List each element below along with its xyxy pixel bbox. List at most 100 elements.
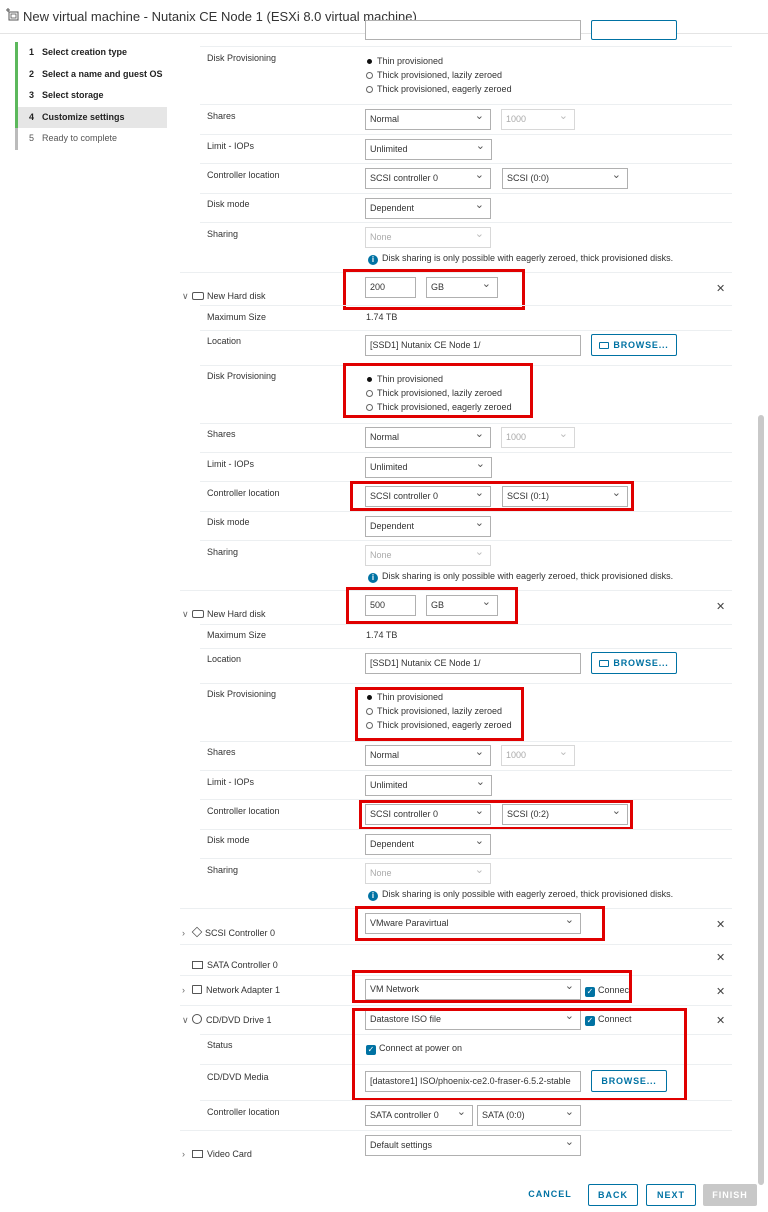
scsi-controller-icon (191, 926, 203, 938)
disk-mode-label: Disk mode (207, 835, 250, 845)
location-field-0[interactable] (365, 20, 581, 40)
cd-media-path-field[interactable]: [datastore1] ISO/phoenix-ce2.0-fraser-6.… (365, 1071, 581, 1092)
shares-select[interactable]: Normal (365, 745, 491, 766)
sharing-info: i Disk sharing is only possible with eage… (368, 571, 673, 583)
checkbox-checked-icon: ✓ (585, 987, 595, 997)
sata-controller-select[interactable]: SATA controller 0 (365, 1105, 473, 1126)
controller-select[interactable]: SCSI controller 0 (365, 486, 491, 507)
disk-unit-select-2[interactable]: GB (426, 595, 498, 616)
cd-source-select[interactable]: Datastore ISO file (365, 1009, 581, 1030)
divider (200, 799, 732, 800)
limit-iops-label: Limit - IOPs (207, 459, 255, 469)
remove-disk-1-close-icon[interactable]: ✕ (716, 282, 725, 295)
browse-button-2[interactable]: BROWSE... (591, 652, 677, 674)
location-field-2[interactable]: [SSD1] Nutanix CE Node 1/ (365, 653, 581, 674)
connect-at-power-on-checkbox[interactable]: ✓ Connect at power on (366, 1043, 462, 1055)
step-select-creation-type[interactable]: 1 Select creation type (15, 42, 167, 64)
step-select-name-guest-os[interactable]: 2 Select a name and guest OS (15, 63, 167, 85)
network-connect-checkbox[interactable]: ✓ Connect (585, 985, 632, 997)
disk-mode-select[interactable]: Dependent (365, 834, 491, 855)
disk-mode-select[interactable]: Dependent (365, 516, 491, 537)
status-label: Status (207, 1040, 233, 1050)
scsi-slot-select[interactable]: SCSI (0:1) (502, 486, 628, 507)
radio-thin[interactable]: Thin provisioned (366, 692, 443, 702)
browse-button-0[interactable] (591, 20, 677, 40)
sata-controller-header: SATA Controller 0 (192, 960, 278, 970)
controller-location-label: Controller location (207, 806, 280, 816)
cancel-button[interactable]: CANCEL (524, 1184, 576, 1206)
remove-disk-2-close-icon[interactable]: ✕ (716, 600, 725, 613)
divider (200, 222, 732, 223)
network-select[interactable]: VM Network (365, 979, 581, 1000)
radio-thin[interactable]: Thin provisioned (366, 56, 443, 66)
controller-location-label: Controller location (207, 1107, 280, 1117)
sharing-select: None (365, 545, 491, 566)
new-hard-disk-header-1[interactable]: ∨ New Hard disk (182, 291, 266, 302)
new-hard-disk-header-2[interactable]: ∨ New Hard disk (182, 609, 266, 620)
remove-scsi-controller-close-icon[interactable]: ✕ (716, 918, 725, 931)
sata-slot-select[interactable]: SATA (0:0) (477, 1105, 581, 1126)
remove-sata-controller-close-icon[interactable]: ✕ (716, 951, 725, 964)
cd-connect-checkbox[interactable]: ✓ Connect (585, 1014, 632, 1026)
shares-value-input: 1000 (501, 427, 575, 448)
cd-browse-button[interactable]: BROWSE... (591, 1070, 667, 1092)
next-button[interactable]: NEXT (646, 1184, 696, 1206)
radio-thick-lazy[interactable]: Thick provisioned, lazily zeroed (366, 706, 502, 716)
radio-thick-eager[interactable]: Thick provisioned, eagerly zeroed (366, 402, 512, 412)
limit-iops-select[interactable]: Unlimited (365, 775, 492, 796)
shares-select[interactable]: Normal (365, 109, 491, 130)
video-card-header[interactable]: › Video Card (182, 1149, 252, 1159)
remove-cd-dvd-close-icon[interactable]: ✕ (716, 1014, 725, 1027)
divider (200, 452, 732, 453)
radio-selected-icon (367, 377, 372, 382)
divider (180, 1130, 732, 1131)
disk-mode-label: Disk mode (207, 199, 250, 209)
finish-button: FINISH (703, 1184, 757, 1206)
radio-thick-lazy[interactable]: Thick provisioned, lazily zeroed (366, 388, 502, 398)
remove-network-close-icon[interactable]: ✕ (716, 985, 725, 998)
disk-size-input-1[interactable]: 200 (365, 277, 416, 298)
radio-thick-lazy[interactable]: Thick provisioned, lazily zeroed (366, 70, 502, 80)
location-field-1[interactable]: [SSD1] Nutanix CE Node 1/ (365, 335, 581, 356)
hard-disk-icon (192, 292, 204, 300)
scsi-slot-select[interactable]: SCSI (0:2) (502, 804, 628, 825)
radio-icon (366, 708, 373, 715)
radio-thick-eager[interactable]: Thick provisioned, eagerly zeroed (366, 84, 512, 94)
divider (200, 1100, 732, 1101)
radio-thick-eager[interactable]: Thick provisioned, eagerly zeroed (366, 720, 512, 730)
step-select-storage[interactable]: 3 Select storage (15, 85, 167, 107)
divider (200, 423, 732, 424)
radio-thin[interactable]: Thin provisioned (366, 374, 443, 384)
radio-icon (366, 72, 373, 79)
step-customize-settings[interactable]: 4 Customize settings (15, 106, 167, 128)
network-adapter-header[interactable]: › Network Adapter 1 (182, 985, 280, 995)
radio-icon (366, 722, 373, 729)
divider (200, 330, 732, 331)
divider (200, 193, 732, 194)
scsi-slot-select[interactable]: SCSI (0:0) (502, 168, 628, 189)
maximum-size-value: 1.74 TB (366, 630, 398, 640)
scsi-controller-header[interactable]: › SCSI Controller 0 (182, 926, 275, 938)
shares-select[interactable]: Normal (365, 427, 491, 448)
disk-unit-select-1[interactable]: GB (426, 277, 498, 298)
scrollbar[interactable] (758, 415, 764, 1185)
cd-dvd-drive-header[interactable]: ∨ CD/DVD Drive 1 (182, 1014, 272, 1026)
video-card-select[interactable]: Default settings (365, 1135, 581, 1156)
limit-iops-select[interactable]: Unlimited (365, 457, 492, 478)
scsi-controller-type-select[interactable]: VMware Paravirtual (365, 913, 581, 934)
checkbox-checked-icon: ✓ (366, 1045, 376, 1055)
info-icon: i (368, 891, 378, 901)
cd-media-label: CD/DVD Media (207, 1072, 269, 1082)
divider (200, 858, 732, 859)
controller-location-label: Controller location (207, 488, 280, 498)
limit-iops-select[interactable]: Unlimited (365, 139, 492, 160)
controller-select[interactable]: SCSI controller 0 (365, 804, 491, 825)
maximum-size-value: 1.74 TB (366, 312, 398, 322)
shares-label: Shares (207, 747, 236, 757)
controller-select[interactable]: SCSI controller 0 (365, 168, 491, 189)
browse-button-1[interactable]: BROWSE... (591, 334, 677, 356)
disk-mode-select[interactable]: Dependent (365, 198, 491, 219)
back-button[interactable]: BACK (588, 1184, 638, 1206)
wizard-steps: 1 Select creation type 2 Select a name and… (15, 42, 167, 150)
disk-size-input-2[interactable]: 500 (365, 595, 416, 616)
